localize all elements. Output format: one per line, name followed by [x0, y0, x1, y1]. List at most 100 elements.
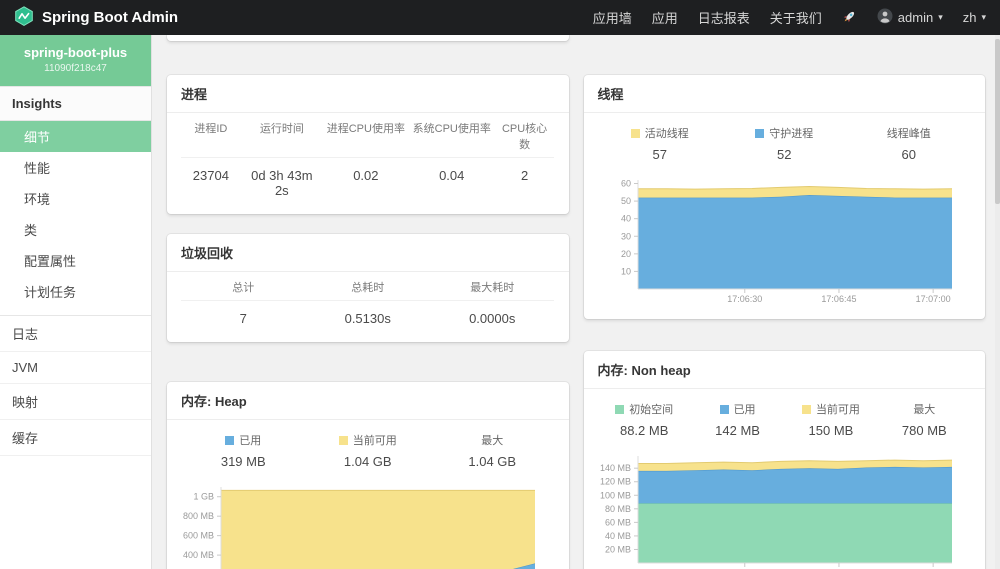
gc-col-header: 最大耗时 [430, 272, 554, 301]
legend-swatch-green [615, 405, 624, 414]
legend-item: 最大 1.04 GB [430, 432, 555, 469]
legend-swatch-yellow [802, 405, 811, 414]
sidebar-item-details[interactable]: 细节 [0, 121, 151, 152]
svg-text:120 MB: 120 MB [599, 477, 630, 487]
sidebar-item-environment[interactable]: 环境 [0, 183, 151, 214]
svg-text:1 GB: 1 GB [193, 492, 214, 502]
nonheap-initial-value: 88.2 MB [598, 423, 691, 438]
legend-swatch-blue [225, 436, 234, 445]
top-navbar: Spring Boot Admin 应用墙 应用 日志报表 关于我们 [0, 0, 1000, 35]
username-label: admin [898, 10, 933, 25]
sidebar-item-jvm[interactable]: JVM [0, 352, 151, 384]
legend-item: 守护进程 52 [722, 125, 847, 162]
legend-swatch-yellow [631, 129, 640, 138]
navbar-menu: 应用墙 应用 日志报表 关于我们 [593, 8, 986, 27]
main-content: 进程 进程ID 运行时间 进程CPU使用率 系统CPU使用率 CPU核心数 23… [152, 35, 1000, 569]
process-col-header: 系统CPU使用率 [409, 113, 495, 158]
memory-nonheap-card-title: 内存: Non heap [584, 351, 986, 389]
svg-text:60 MB: 60 MB [604, 517, 630, 527]
memory-nonheap-legend: 初始空间 88.2 MB 已用 142 MB 当前可用 150 MB 最大 [584, 389, 986, 442]
memory-heap-card: 内存: Heap 已用 319 MB 当前可用 1.04 GB 最大 1.04 [167, 382, 569, 569]
language-label: zh [963, 10, 977, 25]
sidebar-item-caches[interactable]: 缓存 [0, 420, 151, 456]
svg-text:40 MB: 40 MB [604, 531, 630, 541]
sidebar-item-config-props[interactable]: 配置属性 [0, 245, 151, 276]
sidebar-item-scheduled-tasks[interactable]: 计划任务 [0, 276, 151, 307]
nav-about-us[interactable]: 关于我们 [770, 8, 822, 27]
gc-table: 总计 总耗时 最大耗时 7 0.5130s 0.0000s [167, 272, 569, 342]
nonheap-used-value: 142 MB [691, 423, 784, 438]
language-selector[interactable]: zh ▾ [963, 10, 986, 25]
legend-item: 已用 319 MB [181, 432, 306, 469]
legend-item: 当前可用 1.04 GB [306, 432, 431, 469]
svg-text:100 MB: 100 MB [599, 490, 630, 500]
svg-text:50: 50 [620, 196, 630, 206]
system-cpu-value: 0.04 [409, 158, 495, 210]
svg-text:400 MB: 400 MB [183, 550, 214, 560]
threads-legend: 活动线程 57 守护进程 52 线程峰值 60 [584, 113, 986, 166]
svg-text:10: 10 [620, 266, 630, 276]
threads-card-title: 线程 [584, 75, 986, 113]
legend-item: 线程峰值 60 [847, 125, 972, 162]
process-col-header: 进程CPU使用率 [323, 113, 409, 158]
sidebar-item-logs[interactable]: 日志 [0, 316, 151, 352]
gc-card-title: 垃圾回收 [167, 234, 569, 272]
instance-header[interactable]: spring-boot-plus 11090f218c47 [0, 35, 151, 86]
chevron-down-icon: ▾ [981, 12, 986, 23]
sidebar-item-classes[interactable]: 类 [0, 214, 151, 245]
chevron-down-icon: ▾ [938, 12, 943, 23]
peak-threads-value: 60 [847, 147, 972, 162]
sidebar-item-mappings[interactable]: 映射 [0, 384, 151, 420]
svg-text:20 MB: 20 MB [604, 544, 630, 554]
sidebar-section-insights[interactable]: Insights [0, 86, 151, 121]
scrollbar-thumb[interactable] [995, 39, 1000, 204]
nav-log-report[interactable]: 日志报表 [698, 8, 750, 27]
daemon-threads-value: 52 [722, 147, 847, 162]
svg-text:17:07:00: 17:07:00 [915, 294, 950, 304]
svg-text:17:06:30: 17:06:30 [727, 294, 762, 304]
nav-applications-wall[interactable]: 应用墙 [593, 8, 632, 27]
legend-swatch-blue [720, 405, 729, 414]
process-table: 进程ID 运行时间 进程CPU使用率 系统CPU使用率 CPU核心数 23704… [167, 113, 569, 214]
process-col-header: CPU核心数 [495, 113, 555, 158]
svg-text:600 MB: 600 MB [183, 531, 214, 541]
gc-col-header: 总计 [181, 272, 305, 301]
legend-item: 初始空间 88.2 MB [598, 401, 691, 438]
legend-swatch-yellow [339, 436, 348, 445]
rocket-icon[interactable] [842, 9, 857, 27]
spring-boot-admin-logo-icon [14, 6, 34, 30]
nonheap-max-value: 780 MB [878, 423, 971, 438]
memory-heap-legend: 已用 319 MB 当前可用 1.04 GB 最大 1.04 GB [167, 420, 569, 473]
scrollbar[interactable] [995, 35, 1000, 569]
cpu-cores-value: 2 [495, 158, 555, 210]
memory-heap-chart: 0 B200 MB400 MB600 MB800 MB1 GB17:06:301… [173, 481, 545, 569]
legend-item: 活动线程 57 [598, 125, 723, 162]
svg-text:60: 60 [620, 179, 630, 189]
process-col-header: 运行时间 [241, 113, 323, 158]
instance-id: 11090f218c47 [4, 63, 147, 74]
svg-text:140 MB: 140 MB [599, 463, 630, 473]
app-brand[interactable]: Spring Boot Admin [14, 6, 178, 30]
threads-chart: 10203040506017:06:3017:06:4517:07:00 [590, 174, 962, 306]
memory-heap-card-title: 内存: Heap [167, 382, 569, 420]
gc-max-time-value: 0.0000s [430, 301, 554, 338]
instance-app-name: spring-boot-plus [4, 45, 147, 60]
gc-col-header: 总耗时 [305, 272, 429, 301]
heap-used-value: 319 MB [181, 454, 306, 469]
partial-card-edge [167, 35, 569, 41]
legend-item: 最大 780 MB [878, 401, 971, 438]
process-col-header: 进程ID [181, 113, 241, 158]
svg-text:20: 20 [620, 249, 630, 259]
user-menu[interactable]: admin ▾ [877, 8, 943, 27]
table-row: 7 0.5130s 0.0000s [181, 301, 555, 338]
svg-text:17:06:45: 17:06:45 [821, 294, 856, 304]
table-row: 23704 0d 3h 43m 2s 0.02 0.04 2 [181, 158, 555, 210]
gc-card: 垃圾回收 总计 总耗时 最大耗时 7 0.5130s 0.0000s [167, 234, 569, 342]
legend-item: 当前可用 150 MB [784, 401, 877, 438]
avatar-icon [877, 8, 893, 27]
svg-text:30: 30 [620, 231, 630, 241]
live-threads-value: 57 [598, 147, 723, 162]
nav-applications[interactable]: 应用 [652, 8, 678, 27]
sidebar-item-metrics[interactable]: 性能 [0, 152, 151, 183]
legend-item: 已用 142 MB [691, 401, 784, 438]
